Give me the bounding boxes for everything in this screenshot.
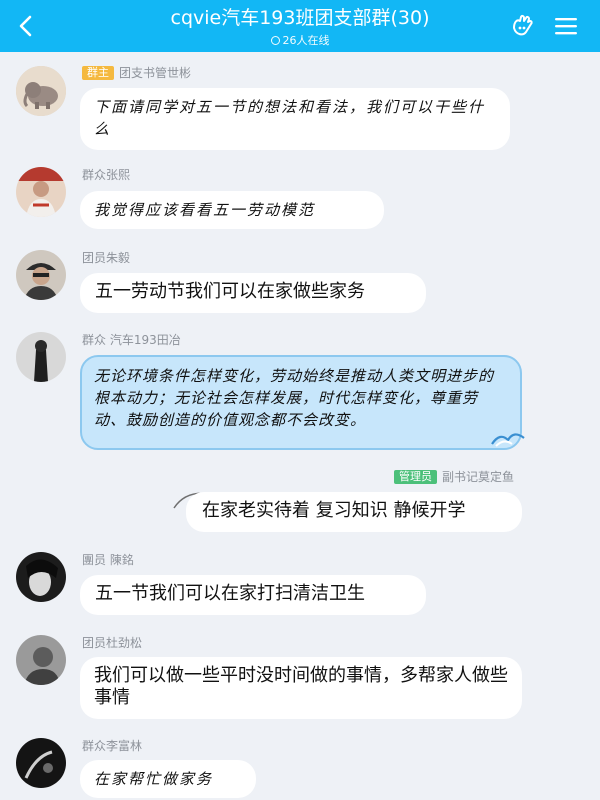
sender-name[interactable]: 群众李富林 xyxy=(82,738,142,754)
online-count-text: 26人在线 xyxy=(282,33,330,47)
dark-figure-avatar-icon xyxy=(16,332,66,382)
avatar[interactable] xyxy=(16,738,66,788)
sender-name[interactable]: 团支书管世彬 xyxy=(119,65,191,81)
online-count: 26人在线 xyxy=(270,33,330,48)
hamburger-icon xyxy=(555,18,577,35)
sender-name[interactable]: 群众张熙 xyxy=(82,167,130,183)
night-avatar-icon xyxy=(16,738,66,788)
sender-name[interactable]: 群众 汽车193田冶 xyxy=(82,332,181,348)
online-icon xyxy=(270,36,280,45)
chevron-left-icon xyxy=(19,15,32,37)
chat-header: cqvie汽车193班团支部群(30) 26人在线 xyxy=(0,0,600,52)
avatar[interactable] xyxy=(16,66,66,116)
message-bubble[interactable]: 在家帮忙做家务 xyxy=(80,760,256,798)
avatar[interactable] xyxy=(16,167,66,217)
message-bubble[interactable]: 我们可以做一些平时没时间做的事情，多帮家人做些事情 xyxy=(80,657,522,719)
hand-wave-icon xyxy=(513,14,533,36)
avatar[interactable] xyxy=(16,552,66,602)
elephant-avatar-icon xyxy=(16,66,66,116)
message-bubble[interactable]: 下面请同学对五一节的想法和看法，我们可以干些什么 xyxy=(80,88,510,150)
back-button[interactable] xyxy=(10,10,42,42)
message-bubble[interactable]: 五一劳动节我们可以在家做些家务 xyxy=(80,273,426,313)
sender-name[interactable]: 副书记莫定鱼 xyxy=(442,469,514,485)
group-owner-badge: 群主 xyxy=(82,66,114,80)
message-bubble[interactable]: 无论环境条件怎样变化，劳动始终是推动人类文明进步的根本动力；无论社会怎样发展，时… xyxy=(80,355,522,450)
sender-name[interactable]: 团员朱毅 xyxy=(82,250,130,266)
person-cap-avatar-icon xyxy=(16,250,66,300)
menu-button[interactable] xyxy=(550,10,582,42)
message-bubble[interactable]: 五一节我们可以在家打扫清洁卫生 xyxy=(80,575,426,615)
admin-badge: 管理员 xyxy=(393,470,437,484)
sender-name[interactable]: 團员 陳銘 xyxy=(82,552,134,568)
gray-portrait-avatar-icon xyxy=(16,635,66,685)
dark-portrait-avatar-icon xyxy=(16,552,66,602)
chat-title[interactable]: cqvie汽车193班团支部群(30) xyxy=(90,6,510,30)
avatar[interactable] xyxy=(16,635,66,685)
avatar[interactable] xyxy=(16,250,66,300)
wave-decoration-icon xyxy=(491,433,525,447)
group-app-button[interactable] xyxy=(506,10,538,42)
sender-name[interactable]: 团员杜劲松 xyxy=(82,635,142,651)
message-bubble[interactable]: 我觉得应该看看五一劳动模范 xyxy=(80,191,384,229)
message-bubble[interactable]: 在家老实待着 复习知识 静候开学 xyxy=(186,492,522,532)
person-avatar-icon xyxy=(16,167,66,217)
avatar[interactable] xyxy=(16,332,66,382)
